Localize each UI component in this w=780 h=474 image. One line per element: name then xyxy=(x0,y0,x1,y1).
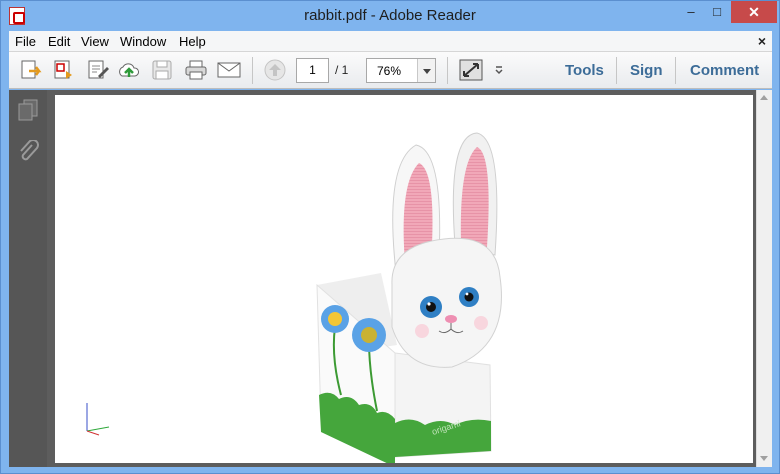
scroll-up-icon[interactable] xyxy=(760,95,768,100)
toolbar: 1 / 1 76% Tools Sign Comment xyxy=(9,52,772,89)
rabbit-nose xyxy=(445,315,457,323)
chevron-down-icon[interactable] xyxy=(417,59,435,82)
comment-link[interactable]: Comment xyxy=(690,62,759,79)
title-bar: rabbit.pdf - Adobe Reader ‒ □ ✕ xyxy=(1,1,779,31)
zoom-select[interactable]: 76% xyxy=(366,58,436,83)
create-pdf-icon[interactable] xyxy=(52,59,76,81)
navigation-pane xyxy=(9,90,47,467)
fit-icon[interactable] xyxy=(459,59,483,81)
vertical-scrollbar[interactable] xyxy=(756,90,772,467)
menu-file[interactable]: File xyxy=(15,34,36,49)
toolbar-separator xyxy=(616,57,617,84)
menu-help[interactable]: Help xyxy=(179,34,206,49)
tools-link[interactable]: Tools xyxy=(565,62,604,79)
more-icon[interactable] xyxy=(493,59,505,81)
page-number-input[interactable]: 1 xyxy=(296,58,329,83)
toolbar-separator xyxy=(447,57,448,84)
window-title: rabbit.pdf - Adobe Reader xyxy=(304,7,476,24)
scroll-down-icon[interactable] xyxy=(760,456,768,461)
menu-window[interactable]: Window xyxy=(120,34,166,49)
save-icon[interactable] xyxy=(150,59,174,81)
page-total: / 1 xyxy=(335,63,349,77)
pdf-page: origami xyxy=(55,95,753,467)
pages-icon[interactable] xyxy=(17,98,39,122)
open-icon[interactable] xyxy=(19,59,43,81)
document-close-button[interactable]: × xyxy=(758,33,766,49)
edit-icon[interactable] xyxy=(86,59,110,81)
app-window: rabbit.pdf - Adobe Reader ‒ □ ✕ File Edi… xyxy=(0,0,780,474)
axis-triad xyxy=(86,403,110,436)
attachments-icon[interactable] xyxy=(17,140,39,164)
zoom-value: 76% xyxy=(377,64,402,78)
menu-view[interactable]: View xyxy=(81,34,109,49)
rabbit-3d-model[interactable]: origami xyxy=(55,95,753,467)
close-button[interactable]: ✕ xyxy=(731,1,777,23)
print-icon[interactable] xyxy=(184,59,208,81)
menu-edit[interactable]: Edit xyxy=(48,34,70,49)
sign-link[interactable]: Sign xyxy=(630,62,663,79)
email-icon[interactable] xyxy=(217,59,241,81)
upload-icon[interactable] xyxy=(117,59,141,81)
rabbit-head xyxy=(391,237,502,368)
prev-page-icon[interactable] xyxy=(263,59,287,81)
maximize-button[interactable]: □ xyxy=(703,1,731,23)
menu-bar: File Edit View Window Help × xyxy=(9,31,772,52)
document-view[interactable]: origami xyxy=(47,90,772,467)
toolbar-separator xyxy=(252,57,253,84)
minimize-button[interactable]: ‒ xyxy=(677,1,705,23)
toolbar-separator xyxy=(675,57,676,84)
